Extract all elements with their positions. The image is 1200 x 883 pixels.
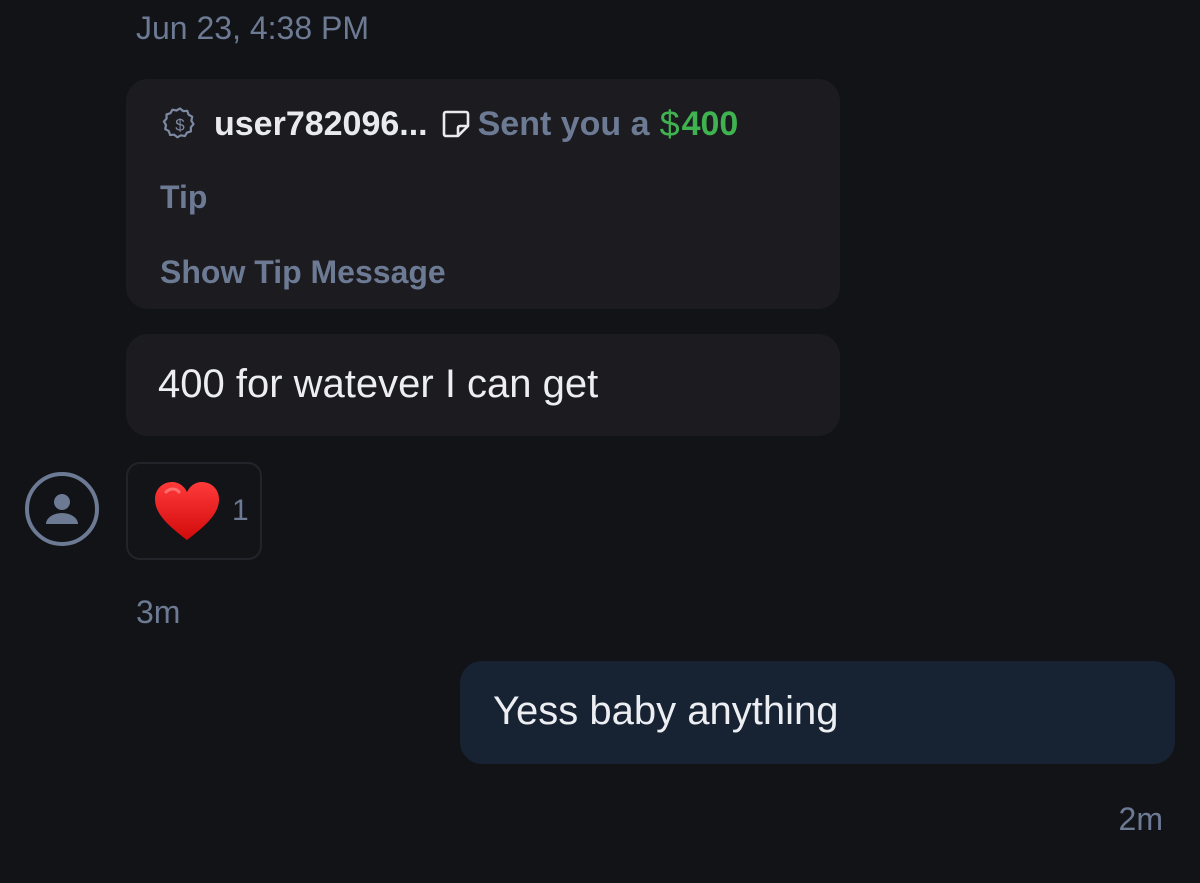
incoming-message-bubble[interactable]: 400 for watever I can get — [126, 334, 840, 436]
reaction-count: 1 — [232, 494, 249, 527]
outgoing-message-text: Yess baby anything — [493, 689, 839, 733]
show-tip-message-link[interactable]: Show Tip Message — [160, 254, 446, 291]
tip-sent-text: Sent you a — [477, 104, 650, 143]
note-icon — [442, 110, 469, 138]
dollar-badge-icon: $ — [162, 107, 195, 139]
tip-amount: 400 — [681, 104, 739, 143]
avatar[interactable] — [24, 471, 100, 547]
heart-reaction[interactable]: 1 — [126, 462, 262, 560]
tip-currency-symbol: $ — [659, 103, 680, 144]
incoming-message-time: 3m — [136, 594, 181, 630]
chat-thread: Jun 23, 4:38 PM $ user782096... Sent you… — [0, 0, 1200, 883]
heart-icon — [155, 482, 219, 540]
tip-header: $ user782096... Sent you a $ 400 — [162, 103, 738, 145]
outgoing-message-time: 2m — [1118, 801, 1163, 837]
tip-sender-username[interactable]: user782096... — [214, 105, 428, 144]
incoming-message-text: 400 for watever I can get — [158, 362, 599, 406]
tip-label: Tip — [160, 179, 208, 215]
svg-text:$: $ — [175, 116, 185, 135]
outgoing-message-bubble[interactable]: Yess baby anything — [460, 661, 1175, 764]
date-header: Jun 23, 4:38 PM — [136, 10, 370, 46]
tip-card[interactable]: $ user782096... Sent you a $ 400 Tip Sho… — [126, 79, 840, 309]
